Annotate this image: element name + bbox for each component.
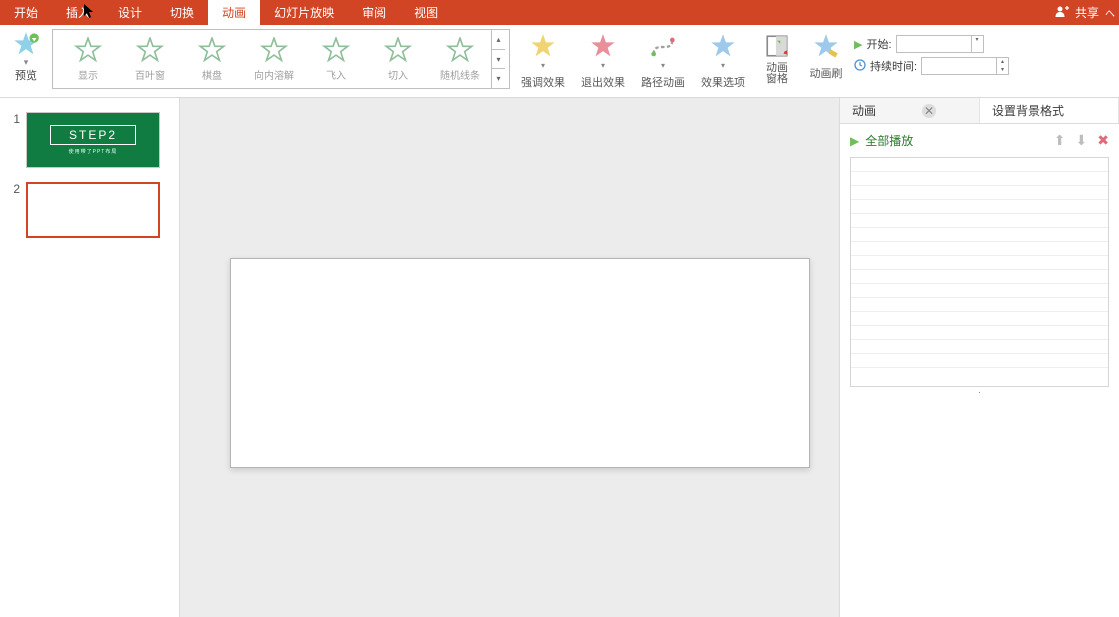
animation-painter-button[interactable]: 动画刷 [804, 27, 848, 81]
slide-canvas-area[interactable] [180, 98, 839, 617]
start-label: 开始: [866, 36, 891, 52]
panel-tab-animation[interactable]: 动画 ✕ [840, 98, 980, 123]
right-side-panel: 动画 ✕ 设置背景格式 ▶ 全部播放 ⬆ ⬇ ✖ · [839, 98, 1119, 617]
ribbon: ▾ 预览 显示 百叶窗 棋盘 向内溶解 飞入 切入 随机线条 ▴▾▾ ▾强调效果… [0, 25, 1119, 98]
start-dropdown[interactable]: ▾ [896, 35, 984, 53]
timing-controls: ▶ 开始: ▾ 持续时间: ▴▾ [854, 27, 1009, 75]
panel-tab-strip: 动画 ✕ 设置背景格式 [840, 98, 1119, 124]
tab-animation[interactable]: 动画 [208, 0, 260, 25]
slide1-subtitle: 使用带了PPT布局 [69, 148, 118, 155]
tab-design[interactable]: 设计 [104, 0, 156, 25]
thumbnail-row[interactable]: 2 [0, 178, 179, 248]
preview-label: 预览 [15, 67, 37, 83]
tab-start[interactable]: 开始 [0, 0, 52, 25]
add-person-icon [1055, 5, 1069, 20]
slide1-title: STEP2 [50, 125, 136, 145]
move-up-icon[interactable]: ⬆ [1054, 132, 1066, 149]
motion-path-button[interactable]: ▾路径动画 [636, 27, 690, 90]
collapse-ribbon-icon[interactable]: へ [1105, 5, 1115, 20]
preview-button[interactable]: ▾ 预览 [6, 27, 46, 83]
animation-list[interactable] [850, 157, 1109, 387]
tab-review[interactable]: 审阅 [348, 0, 400, 25]
animation-pane: ▶ 全部播放 ⬆ ⬇ ✖ · [840, 124, 1119, 401]
play-all-button[interactable]: 全部播放 [865, 132, 913, 149]
tab-transition[interactable]: 切换 [156, 0, 208, 25]
slide-thumbnail-1[interactable]: STEP2 使用带了PPT布局 [26, 112, 160, 168]
exit-effect-button[interactable]: ▾退出效果 [576, 27, 630, 90]
share-button[interactable]: 共享 [1075, 4, 1099, 21]
panel-tab-background-format[interactable]: 设置背景格式 [980, 98, 1119, 123]
emphasis-effect-button[interactable]: ▾强调效果 [516, 27, 570, 90]
animation-gallery[interactable]: 显示 百叶窗 棋盘 向内溶解 飞入 切入 随机线条 ▴▾▾ [52, 29, 510, 89]
timeline-tick: · [850, 387, 1109, 401]
preview-star-icon [12, 31, 40, 59]
move-down-icon[interactable]: ⬇ [1076, 132, 1088, 149]
slide-canvas[interactable] [230, 258, 810, 468]
slide-number: 2 [6, 182, 20, 196]
play-icon: ▶ [850, 134, 859, 148]
duration-spinner[interactable]: ▴▾ [921, 57, 1009, 75]
slide-thumbnail-2[interactable] [26, 182, 160, 238]
tab-slideshow[interactable]: 幻灯片放映 [260, 0, 348, 25]
animation-pane-button[interactable]: 动画窗格 [756, 27, 798, 85]
clock-icon [854, 59, 866, 74]
thumbnail-row[interactable]: 1 STEP2 使用带了PPT布局 [0, 108, 179, 178]
main-area: 1 STEP2 使用带了PPT布局 2 动画 ✕ 设置背景格式 ▶ [0, 98, 1119, 617]
slide-thumbnail-panel: 1 STEP2 使用带了PPT布局 2 [0, 98, 180, 617]
slide-number: 1 [6, 112, 20, 126]
close-icon[interactable]: ✕ [922, 104, 936, 118]
tab-insert[interactable]: 插入 [52, 0, 104, 25]
menu-tab-bar: 开始 插入 设计 切换 动画 幻灯片放映 审阅 视图 共享 へ [0, 0, 1119, 25]
tab-view[interactable]: 视图 [400, 0, 452, 25]
gallery-scroll[interactable]: ▴▾▾ [491, 30, 505, 88]
effect-options-button[interactable]: ▾效果选项 [696, 27, 750, 90]
duration-label: 持续时间: [870, 58, 917, 74]
delete-icon[interactable]: ✖ [1097, 132, 1109, 149]
play-triangle-icon: ▶ [854, 38, 862, 51]
